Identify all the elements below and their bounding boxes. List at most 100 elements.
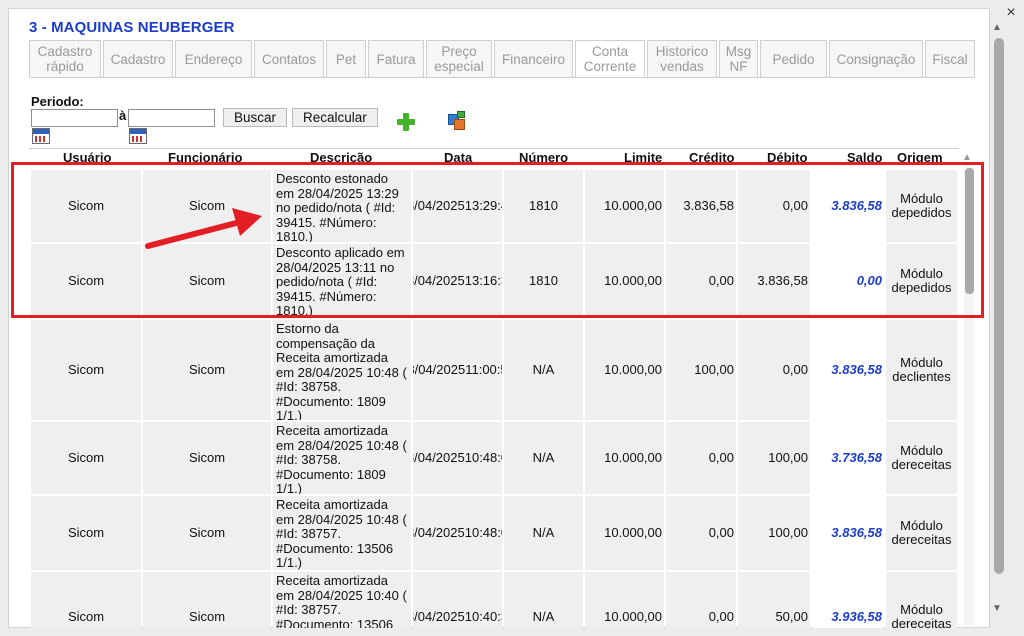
- cell-line: 28/04/2025: [413, 361, 466, 377]
- cell-debito: 100,00: [738, 496, 810, 570]
- cell-credito: 0,00: [666, 422, 736, 494]
- window-scrollbar-thumb[interactable]: [994, 38, 1004, 574]
- cell-origem: Módulo dereceitas: [886, 496, 957, 570]
- cell-saldo: 3.836,58: [812, 320, 884, 420]
- column-header-funcionario[interactable]: Funcionário: [168, 150, 242, 165]
- cell-numero: N/A: [504, 320, 583, 420]
- cell-debito: 100,00: [738, 422, 810, 494]
- cell-numero: N/A: [504, 572, 583, 628]
- tab-cadastro-r-pido[interactable]: Cadastro rápido: [29, 40, 101, 78]
- tab-msg-nf[interactable]: Msg NF: [719, 40, 758, 78]
- cell-data: 28/04/202510:48:00: [413, 496, 502, 570]
- cell-line: 13:16:38: [464, 272, 502, 288]
- cell-data: 28/04/202511:00:59: [413, 320, 502, 420]
- cell-line: receitas: [905, 616, 952, 628]
- cell-descricao: Receita amortizada em 28/04/2025 10:48 (#…: [273, 496, 411, 570]
- tab-financeiro[interactable]: Financeiro: [494, 40, 573, 78]
- tab-fatura[interactable]: Fatura: [368, 40, 424, 78]
- cell-line: Receita amortizada: [276, 423, 388, 438]
- date-to-input[interactable]: [128, 109, 215, 127]
- tab-fiscal[interactable]: Fiscal: [925, 40, 975, 78]
- cell-line: 28/04/2025: [413, 197, 465, 213]
- cell-descricao: Desconto aplicado em 28/04/2025 13:11 no p…: [273, 244, 411, 318]
- cell-numero: N/A: [504, 496, 583, 570]
- calendar-icon[interactable]: [129, 128, 147, 144]
- tab-contatos[interactable]: Contatos: [254, 40, 324, 78]
- cell-line: em 28/04/2025 10:48 (: [276, 511, 407, 527]
- column-header-descricao[interactable]: Descrição: [310, 150, 372, 165]
- cell-line: #Documento: 1809: [276, 393, 386, 409]
- table-row[interactable]: Sicom Sicom Receita amortizada em 28/04/202…: [31, 422, 957, 494]
- cell-line: pedidos: [905, 205, 952, 220]
- column-header-limite[interactable]: Limite: [624, 150, 662, 165]
- cell-usuario: Sicom: [31, 244, 141, 318]
- table-row[interactable]: Sicom Sicom Desconto aplicado em 28/04/2025…: [31, 244, 957, 318]
- cell-limite: 10.000,00: [585, 244, 664, 318]
- cell-funcionario: Sicom: [143, 496, 271, 570]
- cell-data: 28/04/202510:48:00: [413, 422, 502, 494]
- tab-endere-o[interactable]: Endereço: [175, 40, 252, 78]
- table-row[interactable]: Sicom Sicom Desconto estonado em 28/04/2025…: [31, 170, 957, 242]
- cell-line: receitas: [905, 532, 952, 547]
- cell-line: #Id: 38757.: [276, 526, 342, 541]
- cell-line: Receita amortizada: [276, 573, 388, 588]
- cell-usuario: Sicom: [31, 170, 141, 242]
- tab-pet[interactable]: Pet: [326, 40, 366, 78]
- cell-credito: 0,00: [666, 572, 736, 628]
- column-header-data[interactable]: Data: [444, 150, 472, 165]
- cell-descricao: Receita amortizada em 28/04/2025 10:48 (#…: [273, 422, 411, 494]
- window-title: 3 - MAQUINAS NEUBERGER: [29, 19, 235, 36]
- search-button[interactable]: Buscar: [223, 108, 288, 127]
- recalculate-icon[interactable]: [446, 110, 468, 132]
- cell-numero: 1810: [504, 244, 583, 318]
- column-header-origem[interactable]: Origem: [897, 150, 943, 165]
- cell-debito: 50,00: [738, 572, 810, 628]
- date-range-separator: à: [119, 108, 127, 123]
- cell-credito: 0,00: [666, 496, 736, 570]
- cell-credito: 3.836,58: [666, 170, 736, 242]
- calendar-icon[interactable]: [32, 128, 50, 144]
- tab-cadastro[interactable]: Cadastro: [103, 40, 173, 78]
- tab-historico-vendas[interactable]: Historico vendas: [647, 40, 717, 78]
- tab-pre-o-especial[interactable]: Preço especial: [426, 40, 492, 78]
- cell-line: #Documento: 13506: [276, 616, 394, 628]
- column-header-usuario[interactable]: Usuário: [63, 150, 111, 165]
- window-scroll-up-icon[interactable]: ▲: [992, 22, 1002, 33]
- cell-usuario: Sicom: [31, 496, 141, 570]
- cell-line: 39415. #Número:: [276, 214, 377, 230]
- cell-line: 10:48:00: [464, 524, 502, 540]
- cell-usuario: Sicom: [31, 422, 141, 494]
- column-header-debito[interactable]: Débito: [767, 150, 807, 165]
- cell-line: Desconto estonado: [276, 171, 389, 186]
- cell-limite: 10.000,00: [585, 422, 664, 494]
- cell-debito: 0,00: [738, 170, 810, 242]
- cell-line: 39415. #Número:: [276, 288, 377, 304]
- window-scroll-down-icon[interactable]: ▼: [992, 603, 1002, 614]
- cell-line: 10:40:37: [464, 608, 502, 624]
- cell-line: em 28/04/2025 10:40 (: [276, 587, 407, 603]
- tab-conta-corrente[interactable]: Conta Corrente: [575, 40, 645, 78]
- cell-funcionario: Sicom: [143, 170, 271, 242]
- cell-line: 28/04/2025: [413, 449, 465, 465]
- tab-consigna-o[interactable]: Consignação: [829, 40, 923, 78]
- periodo-label: Periodo:: [31, 94, 84, 109]
- cell-line: 28/04/2025 13:11 no: [276, 259, 395, 275]
- table-row[interactable]: Sicom Sicom Receita amortizada em 28/04/202…: [31, 572, 957, 628]
- table-scroll-up-icon[interactable]: ▲: [962, 152, 972, 163]
- table-row[interactable]: Sicom Sicom Receita amortizada em 28/04/202…: [31, 496, 957, 570]
- cell-debito: 0,00: [738, 320, 810, 420]
- recalculate-button[interactable]: Recalcular: [292, 108, 378, 127]
- close-icon[interactable]: ×: [1002, 4, 1020, 22]
- cell-origem: Módulo declientes: [886, 320, 957, 420]
- column-header-saldo[interactable]: Saldo: [847, 150, 882, 165]
- tab-pedido[interactable]: Pedido: [760, 40, 827, 78]
- column-header-numero[interactable]: Número: [519, 150, 568, 165]
- table-scrollbar-thumb[interactable]: [965, 168, 974, 294]
- date-from-input[interactable]: [31, 109, 118, 127]
- column-header-credito[interactable]: Crédito: [689, 150, 735, 165]
- cell-line: 10:48:00: [464, 449, 502, 465]
- cell-line: #Documento: 13506: [276, 540, 394, 556]
- table-row[interactable]: Sicom Sicom Estorno da compensação da Receit…: [31, 320, 957, 420]
- cell-origem: Módulo depedidos: [886, 244, 957, 318]
- plus-icon[interactable]: [396, 112, 416, 132]
